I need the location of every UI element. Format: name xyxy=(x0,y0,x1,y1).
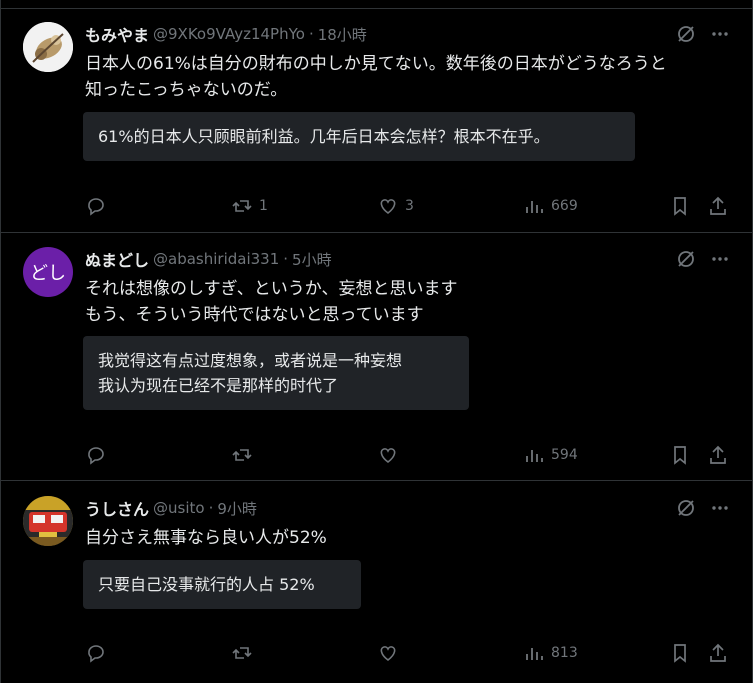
views-icon xyxy=(526,201,543,213)
heart-icon xyxy=(380,448,396,464)
retweet-button[interactable] xyxy=(231,641,259,665)
views-count: 594 xyxy=(551,447,578,463)
views-count: 813 xyxy=(551,645,578,661)
reply-button[interactable] xyxy=(85,443,113,467)
avatar[interactable]: どし xyxy=(23,247,73,297)
retweet-icon xyxy=(232,200,252,212)
reply-icon xyxy=(88,198,104,216)
grok-icon[interactable] xyxy=(676,498,696,518)
more-icon[interactable] xyxy=(710,24,730,44)
separator: · xyxy=(283,250,289,268)
share-button[interactable] xyxy=(707,443,729,467)
tweet-header: うしさん @usito · 9小時 xyxy=(85,496,730,520)
retweet-button[interactable] xyxy=(231,443,259,467)
views-button[interactable]: 669 xyxy=(523,194,578,218)
views-button[interactable]: 813 xyxy=(523,641,578,665)
user-handle[interactable]: @abashiridai331 xyxy=(153,250,279,268)
grok-icon[interactable] xyxy=(676,24,696,44)
retweet-icon xyxy=(232,449,252,461)
retweet-icon xyxy=(232,647,252,659)
timestamp[interactable]: 18小時 xyxy=(318,24,367,45)
reply-button[interactable] xyxy=(85,194,113,218)
tweet[interactable]: もみやま @9XKo9VAyz14PhYo · 18小時 日本人の61%は自分の… xyxy=(1,8,752,233)
avatar-label: どし xyxy=(30,263,66,284)
tweet-header: もみやま @9XKo9VAyz14PhYo · 18小時 xyxy=(85,22,730,46)
share-button[interactable] xyxy=(707,641,729,665)
timeline: もみやま @9XKo9VAyz14PhYo · 18小時 日本人の61%は自分の… xyxy=(0,0,753,683)
timestamp[interactable]: 5小時 xyxy=(292,249,332,270)
user-handle[interactable]: @9XKo9VAyz14PhYo xyxy=(153,25,305,43)
like-count: 3 xyxy=(405,198,414,214)
bookmark-button[interactable] xyxy=(669,194,691,218)
translation-box: 只要自己没事就行的人占 52% xyxy=(83,560,361,609)
reply-icon xyxy=(88,447,104,465)
avatar[interactable] xyxy=(23,496,73,546)
tweet-text: 自分さえ無事なら良い人が52% xyxy=(85,528,327,548)
tweet-text: 日本人の61%は自分の財布の中しか見てない。数年後の日本がどうなろうと 知ったこ… xyxy=(85,54,667,100)
views-icon xyxy=(526,450,543,462)
action-bar: 813 xyxy=(85,641,730,665)
timestamp[interactable]: 9小時 xyxy=(217,498,257,519)
share-icon xyxy=(710,196,726,215)
more-icon[interactable] xyxy=(710,498,730,518)
tweet-text: それは想像のしすぎ、というか、妄想と思います もう、そういう時代ではないと思って… xyxy=(85,279,458,325)
retweet-count: 1 xyxy=(259,198,268,214)
avatar-image xyxy=(23,496,73,546)
grok-icon[interactable] xyxy=(676,249,696,269)
like-button[interactable] xyxy=(377,641,405,665)
more-icon[interactable] xyxy=(710,249,730,269)
separator: · xyxy=(308,25,314,43)
tweet[interactable]: どし ぬまどし @abashiridai331 · 5小時 それは想像のしすぎ、… xyxy=(1,233,752,481)
tweet-header: ぬまどし @abashiridai331 · 5小時 xyxy=(85,247,730,271)
like-button[interactable] xyxy=(377,443,405,467)
display-name[interactable]: ぬまどし xyxy=(85,247,149,271)
views-count: 669 xyxy=(551,198,578,214)
user-handle[interactable]: @usito xyxy=(153,499,205,517)
bookmark-button[interactable] xyxy=(669,443,691,467)
reply-button[interactable] xyxy=(85,641,113,665)
bookmark-icon xyxy=(674,644,686,663)
avatar[interactable] xyxy=(23,22,73,72)
avatar-image xyxy=(23,22,73,72)
display-name[interactable]: うしさん xyxy=(85,496,149,520)
share-icon xyxy=(710,445,726,464)
action-bar: 1 3 669 xyxy=(85,194,730,218)
bookmark-icon xyxy=(674,197,686,216)
translation-box: 61%的日本人只顾眼前利益。几年后日本会怎样？根本不在乎。 xyxy=(83,112,635,161)
views-button[interactable]: 594 xyxy=(523,443,578,467)
display-name[interactable]: もみやま xyxy=(85,22,149,46)
heart-icon xyxy=(380,646,396,662)
separator: · xyxy=(208,499,214,517)
share-icon xyxy=(710,643,726,662)
heart-icon xyxy=(380,199,396,215)
views-icon xyxy=(526,648,543,660)
bookmark-icon xyxy=(674,446,686,465)
like-button[interactable]: 3 xyxy=(377,194,414,218)
tweet[interactable]: うしさん @usito · 9小時 自分さえ無事なら良い人が52% 只要自己没事… xyxy=(1,481,752,683)
translation-box: 我觉得这有点过度想象，或者说是一种妄想 我认为现在已经不是那样的时代了 xyxy=(83,336,469,410)
reply-icon xyxy=(88,645,104,663)
bookmark-button[interactable] xyxy=(669,641,691,665)
share-button[interactable] xyxy=(707,194,729,218)
action-bar: 594 xyxy=(85,443,730,467)
retweet-button[interactable]: 1 xyxy=(231,194,268,218)
